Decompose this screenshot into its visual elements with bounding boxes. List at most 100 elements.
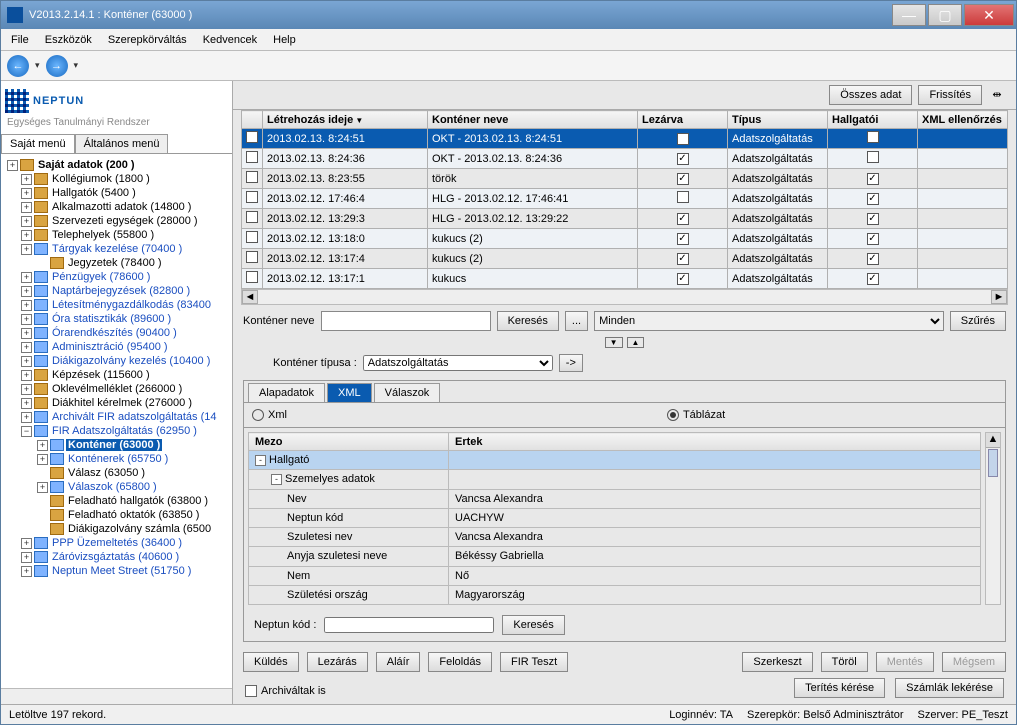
plus-icon[interactable]: + (21, 342, 32, 353)
search-button[interactable]: Keresés (497, 311, 559, 331)
col-student[interactable]: Hallgatói (828, 111, 918, 129)
row-checkbox[interactable] (246, 211, 258, 223)
scroll-up-icon[interactable]: ▲ (986, 433, 1000, 448)
table-row[interactable]: 2013.02.13. 8:24:36OKT - 2013.02.13. 8:2… (242, 149, 1008, 169)
dg-row[interactable]: - Szemelyes adatok (249, 470, 981, 489)
table-row[interactable]: 2013.02.12. 13:18:0kukucs (2)✓Adatszolgá… (242, 229, 1008, 249)
plus-icon[interactable]: + (7, 160, 18, 171)
plus-icon[interactable]: + (21, 538, 32, 549)
row-checkbox[interactable] (246, 251, 258, 263)
tree-item[interactable]: Feladható oktatók (63850 ) (1, 508, 232, 522)
menu-roleswitch[interactable]: Szerepkörváltás (102, 32, 193, 48)
filter-dropdown[interactable]: Minden (594, 311, 944, 331)
tree-item[interactable]: Feladható hallgatók (63800 ) (1, 494, 232, 508)
plus-icon[interactable]: + (37, 440, 48, 451)
tree-item[interactable]: Jegyzetek (78400 ) (1, 256, 232, 270)
tab-all-menu[interactable]: Általános menü (75, 134, 169, 153)
plus-icon[interactable]: + (37, 454, 48, 465)
tree-item[interactable]: +Telephelyek (55800 ) (1, 228, 232, 242)
neptun-code-input[interactable] (324, 617, 494, 633)
table-row[interactable]: 2013.02.12. 17:46:4HLG - 2013.02.12. 17:… (242, 189, 1008, 209)
tree-item[interactable]: +Adminisztráció (95400 ) (1, 340, 232, 354)
closed-checkbox[interactable]: ✓ (677, 173, 689, 185)
cancel-button[interactable]: Mégsem (942, 652, 1006, 672)
tree-item[interactable]: +Alkalmazotti adatok (14800 ) (1, 200, 232, 214)
tree-item[interactable]: +Szervezeti egységek (28000 ) (1, 214, 232, 228)
archived-checkbox[interactable] (245, 685, 257, 697)
xml-data-grid[interactable]: Mezo Ertek - Hallgató- Szemelyes adatokN… (248, 432, 981, 605)
tree-item[interactable]: Válasz (63050 ) (1, 466, 232, 480)
student-checkbox[interactable]: ✓ (867, 273, 879, 285)
student-checkbox[interactable]: ✓ (867, 213, 879, 225)
plus-icon[interactable]: + (21, 300, 32, 311)
plus-icon[interactable]: + (21, 202, 32, 213)
student-checkbox[interactable] (867, 131, 879, 143)
col-type[interactable]: Típus (728, 111, 828, 129)
tree-item[interactable]: −FIR Adatszolgáltatás (62950 ) (1, 424, 232, 438)
invoices-request-button[interactable]: Számlák lekérése (895, 678, 1004, 698)
nav-tree[interactable]: +Saját adatok (200 )+Kollégiumok (1800 )… (1, 154, 232, 688)
save-button[interactable]: Mentés (876, 652, 934, 672)
plus-icon[interactable]: + (21, 188, 32, 199)
close-button[interactable]: ✕ (964, 4, 1014, 26)
collapse-up-icon[interactable]: ▲ (627, 337, 645, 348)
row-checkbox[interactable] (246, 191, 258, 203)
minimize-button[interactable]: — (892, 4, 926, 26)
tree-item[interactable]: +Diákhitel kérelmek (276000 ) (1, 396, 232, 410)
all-data-button[interactable]: Összes adat (829, 85, 912, 105)
dg-row[interactable]: NevVancsa Alexandra (249, 489, 981, 508)
plus-icon[interactable]: + (21, 356, 32, 367)
dg-col-value[interactable]: Ertek (449, 433, 981, 451)
scroll-thumb[interactable] (988, 449, 998, 477)
close-container-button[interactable]: Lezárás (307, 652, 368, 672)
closed-checkbox[interactable] (677, 191, 689, 203)
tree-item[interactable]: +Válaszok (65800 ) (1, 480, 232, 494)
dg-vscrollbar[interactable]: ▲ (985, 432, 1001, 605)
expander-icon[interactable]: - (271, 474, 282, 485)
tree-item[interactable]: +Hallgatók (5400 ) (1, 186, 232, 200)
col-name[interactable]: Konténer neve (428, 111, 638, 129)
closed-checkbox[interactable]: ✓ (677, 233, 689, 245)
pin-icon[interactable]: ⇹ (988, 85, 1006, 103)
table-row[interactable]: 2013.02.12. 13:17:4kukucs (2)✓Adatszolgá… (242, 249, 1008, 269)
tree-item[interactable]: +Záróvizsgáztatás (40600 ) (1, 550, 232, 564)
student-checkbox[interactable]: ✓ (867, 253, 879, 265)
fir-test-button[interactable]: FIR Teszt (500, 652, 568, 672)
scroll-right-icon[interactable]: ► (991, 290, 1007, 304)
radio-table[interactable]: Táblázat (667, 409, 725, 421)
neptun-search-button[interactable]: Keresés (502, 615, 564, 635)
tree-item[interactable]: +Órarendkészítés (90400 ) (1, 326, 232, 340)
plus-icon[interactable]: + (21, 272, 32, 283)
student-checkbox[interactable]: ✓ (867, 193, 879, 205)
delete-button[interactable]: Töröl (821, 652, 868, 672)
col-closed[interactable]: Lezárva (638, 111, 728, 129)
closed-checkbox[interactable]: ✓ (677, 253, 689, 265)
plus-icon[interactable]: + (21, 286, 32, 297)
browse-button[interactable]: ... (565, 311, 588, 331)
plus-icon[interactable]: + (21, 244, 32, 255)
closed-checkbox[interactable]: ✓ (677, 133, 689, 145)
back-history-chevron-icon[interactable]: ▾ (33, 60, 42, 71)
table-row[interactable]: 2013.02.12. 13:29:3HLG - 2013.02.12. 13:… (242, 209, 1008, 229)
menu-file[interactable]: File (5, 32, 35, 48)
tree-item[interactable]: +Óra statisztikák (89600 ) (1, 312, 232, 326)
student-checkbox[interactable] (867, 151, 879, 163)
dg-row[interactable]: - Hallgató (249, 451, 981, 470)
edit-button[interactable]: Szerkeszt (742, 652, 812, 672)
dg-row[interactable]: Neptun kódUACHYW (249, 508, 981, 527)
tree-item[interactable]: Diákigazolvány számla (6500 (1, 522, 232, 536)
scroll-left-icon[interactable]: ◄ (242, 290, 258, 304)
tree-item[interactable]: +Saját adatok (200 ) (1, 158, 232, 172)
tab-valaszok[interactable]: Válaszok (374, 383, 441, 402)
plus-icon[interactable]: + (21, 314, 32, 325)
send-button[interactable]: Küldés (243, 652, 299, 672)
refresh-button[interactable]: Frissítés (918, 85, 982, 105)
tree-item[interactable]: +PPP Üzemeltetés (36400 ) (1, 536, 232, 550)
row-checkbox[interactable] (246, 171, 258, 183)
expander-icon[interactable]: - (255, 455, 266, 466)
plus-icon[interactable]: + (21, 398, 32, 409)
tab-xml[interactable]: XML (327, 383, 372, 402)
grid-hscrollbar[interactable]: ◄ ► (241, 289, 1008, 305)
forward-button[interactable]: → (46, 55, 68, 77)
plus-icon[interactable]: + (21, 230, 32, 241)
